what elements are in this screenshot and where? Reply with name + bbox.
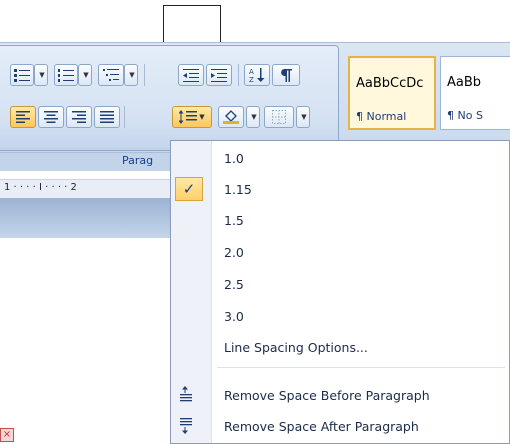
menu-separator — [217, 367, 505, 368]
chevron-down-icon: ▼ — [301, 113, 307, 121]
align-right-button[interactable] — [66, 106, 92, 128]
multilevel-dropdown[interactable]: ▼ — [124, 64, 138, 86]
align-left-button[interactable] — [10, 106, 36, 128]
chevron-down-icon: ▼ — [199, 113, 205, 121]
group-label-text: Parag — [122, 154, 154, 167]
justify-icon — [100, 111, 114, 123]
numbering-button[interactable] — [54, 64, 78, 86]
line-spacing-button[interactable]: ▼ — [172, 106, 212, 128]
line-spacing-option[interactable]: 2.0 — [171, 239, 509, 265]
style-normal[interactable]: AaBbCcDc ¶ Normal — [348, 56, 436, 130]
style-name: ¶ Normal — [356, 110, 407, 123]
bullets-button[interactable] — [10, 64, 34, 86]
numbering-dropdown[interactable]: ▼ — [78, 64, 92, 86]
increase-indent-icon — [211, 69, 227, 82]
align-left-icon — [16, 111, 30, 123]
style-name: ¶ No S — [447, 109, 483, 122]
multilevel-list-icon — [103, 69, 119, 81]
line-spacing-option[interactable]: 2.5 — [171, 271, 509, 297]
chevron-down-icon: ▼ — [39, 71, 45, 79]
checkmark-icon: ✓ — [175, 177, 203, 201]
line-spacing-option[interactable]: 1.0 — [171, 145, 509, 171]
separator — [238, 64, 239, 86]
callout-box — [163, 5, 221, 47]
shading-button[interactable] — [218, 106, 244, 128]
close-icon[interactable]: × — [0, 428, 14, 442]
paragraph-group — [0, 45, 339, 151]
ruler-ticks: 1 · · · · I · · · · 2 — [4, 182, 77, 193]
remove-space-after-item[interactable]: Remove Space After Paragraph — [171, 413, 509, 439]
chevron-down-icon: ▼ — [251, 113, 257, 121]
align-center-button[interactable] — [38, 106, 64, 128]
numbering-icon — [58, 69, 74, 82]
chevron-down-icon: ▼ — [129, 71, 135, 79]
option-label: 3.0 — [224, 308, 244, 324]
line-spacing-option[interactable]: ✓ 1.15 — [171, 176, 509, 202]
line-spacing-icon — [179, 110, 198, 124]
separator — [144, 64, 145, 86]
borders-dropdown[interactable]: ▼ — [296, 106, 310, 128]
option-label: 1.15 — [224, 181, 252, 197]
option-label: Remove Space After Paragraph — [224, 418, 419, 434]
align-right-icon — [72, 111, 86, 123]
line-spacing-menu: 1.0 ✓ 1.15 1.5 2.0 2.5 3.0 Line Spacing … — [170, 140, 510, 444]
style-preview: AaBb — [447, 75, 482, 90]
option-label: 2.0 — [224, 244, 244, 260]
option-label: 2.5 — [224, 276, 244, 292]
style-preview: AaBbCcDc — [356, 76, 424, 91]
remove-space-before-item[interactable]: Remove Space Before Paragraph — [171, 382, 509, 408]
chevron-down-icon: ▼ — [83, 71, 89, 79]
line-spacing-option[interactable]: 1.5 — [171, 207, 509, 233]
bullets-icon — [14, 69, 30, 82]
increase-indent-button[interactable] — [206, 64, 232, 86]
justify-button[interactable] — [94, 106, 120, 128]
option-label: Remove Space Before Paragraph — [224, 387, 430, 403]
option-label: Line Spacing Options... — [224, 339, 368, 355]
pilcrow-icon — [281, 69, 292, 82]
decrease-indent-icon — [183, 69, 199, 82]
align-center-icon — [44, 111, 58, 123]
show-hide-button[interactable] — [272, 64, 300, 86]
style-no-spacing[interactable]: AaBb ¶ No S — [440, 56, 510, 130]
line-spacing-option[interactable]: 3.0 — [171, 303, 509, 329]
sort-button[interactable]: AZ — [244, 64, 270, 86]
svg-text:Z: Z — [249, 76, 254, 83]
decrease-indent-button[interactable] — [178, 64, 204, 86]
sort-az-icon: AZ — [249, 68, 265, 83]
add-space-after-icon — [180, 418, 192, 434]
line-spacing-options-link[interactable]: Line Spacing Options... — [171, 334, 509, 360]
option-label: 1.0 — [224, 150, 244, 166]
shading-dropdown[interactable]: ▼ — [246, 106, 260, 128]
styles-gallery: AaBbCcDc ¶ Normal AaBb ¶ No S — [340, 48, 510, 140]
bullets-dropdown[interactable]: ▼ — [34, 64, 48, 86]
multilevel-list-button[interactable] — [98, 64, 124, 86]
option-label: 1.5 — [224, 212, 244, 228]
shading-bucket-icon — [223, 110, 239, 124]
separator — [124, 106, 125, 128]
svg-text:A: A — [249, 68, 254, 76]
borders-button[interactable] — [264, 106, 294, 128]
add-space-before-icon — [180, 386, 192, 402]
borders-grid-icon — [272, 110, 286, 124]
